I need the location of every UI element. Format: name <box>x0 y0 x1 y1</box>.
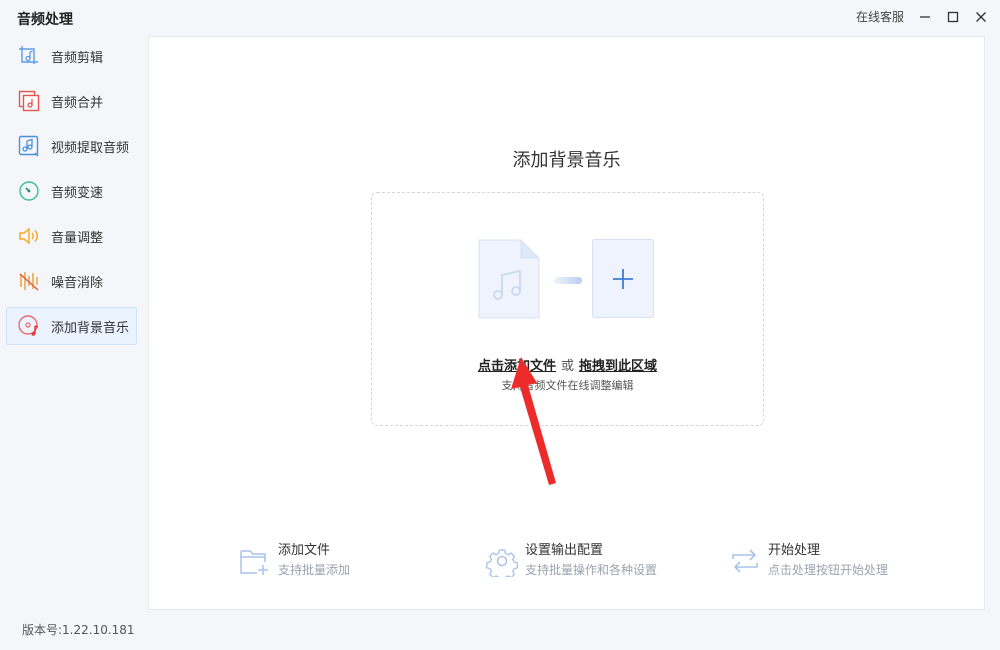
connector-bar <box>554 277 582 284</box>
maximize-icon <box>947 11 959 22</box>
background-music-icon <box>18 315 39 336</box>
online-support-link[interactable]: 在线客服 <box>856 8 904 25</box>
step-desc: 支持批量操作和各种设置 <box>525 563 658 577</box>
drop-zone-hint: 支持音频文件在线调整编辑 <box>501 379 634 392</box>
sidebar-item-audio-merge[interactable]: 音频合并 <box>6 82 137 120</box>
gear-icon <box>486 549 518 577</box>
sidebar-item-label: 视频提取音频 <box>51 140 130 156</box>
file-drop-zone[interactable]: 点击添加文件或拖拽到此区域 支持音频文件在线调整编辑 <box>371 192 764 426</box>
sidebar-item-label: 噪音消除 <box>51 275 104 291</box>
minimize-icon <box>920 15 930 18</box>
step-title: 开始处理 <box>768 543 821 558</box>
drop-zone-instruction: 点击添加文件或拖拽到此区域 <box>372 355 763 374</box>
sidebar-item-label: 音频剪辑 <box>51 50 104 66</box>
page-title: 添加背景音乐 <box>512 150 621 171</box>
sidebar-item-volume[interactable]: 音量调整 <box>6 217 137 255</box>
sidebar-item-video-extract-audio[interactable]: 视频提取音频 <box>6 127 137 165</box>
sidebar-item-label: 音量调整 <box>51 230 104 246</box>
drag-here-link[interactable]: 拖拽到此区域 <box>579 359 657 374</box>
title-bar: 音频处理 在线客服 <box>0 0 1000 36</box>
sidebar-item-background-music[interactable]: 添加背景音乐 <box>6 307 137 345</box>
sidebar-item-audio-cut[interactable]: 音频剪辑 <box>6 37 137 75</box>
step-output-settings: 设置输出配置 支持批量操作和各种设置 <box>486 543 657 579</box>
step-title: 添加文件 <box>278 543 331 558</box>
volume-icon <box>19 227 38 245</box>
process-icon <box>732 549 758 573</box>
app-title: 音频处理 <box>17 12 73 28</box>
video-extract-audio-icon <box>18 135 39 157</box>
add-folder-icon <box>240 550 268 575</box>
step-add-file: 添加文件 支持批量添加 <box>239 543 350 579</box>
sidebar-item-noise-removal[interactable]: 噪音消除 <box>6 262 137 300</box>
step-title: 设置输出配置 <box>525 543 604 558</box>
noise-removal-icon <box>19 272 39 291</box>
main-panel: 添加背景音乐 点击添加文件或拖拽到此区域 支持音频文件在线调整编辑 添加文件 支… <box>148 36 985 610</box>
sidebar-item-audio-speed[interactable]: 音频变速 <box>6 172 137 210</box>
close-button[interactable] <box>974 10 988 24</box>
add-file-plus-button[interactable] <box>592 239 654 318</box>
close-icon <box>976 11 986 22</box>
maximize-button[interactable] <box>946 10 960 24</box>
audio-speed-icon <box>19 181 39 201</box>
click-add-file-link[interactable]: 点击添加文件 <box>478 359 556 374</box>
step-start-processing: 开始处理 点击处理按钮开始处理 <box>729 543 888 579</box>
step-desc: 支持批量添加 <box>278 563 351 577</box>
audio-cut-icon <box>19 46 38 64</box>
sidebar: 音频剪辑 音频合并 视频提取音频 音频变速 音量调整 噪音消除 添加背景音乐 <box>6 37 137 352</box>
sidebar-item-label: 音频合并 <box>51 95 104 111</box>
audio-merge-icon <box>18 90 40 112</box>
sidebar-item-label: 音频变速 <box>51 185 104 201</box>
minimize-button[interactable] <box>918 10 932 24</box>
window-controls: 在线客服 <box>856 8 988 25</box>
plus-icon <box>613 268 633 289</box>
or-label: 或 <box>560 359 574 374</box>
sidebar-item-label: 添加背景音乐 <box>51 320 130 336</box>
music-file-icon <box>478 239 540 319</box>
step-desc: 点击处理按钮开始处理 <box>768 563 889 577</box>
version-label: 版本号:1.22.10.181 <box>22 623 135 637</box>
